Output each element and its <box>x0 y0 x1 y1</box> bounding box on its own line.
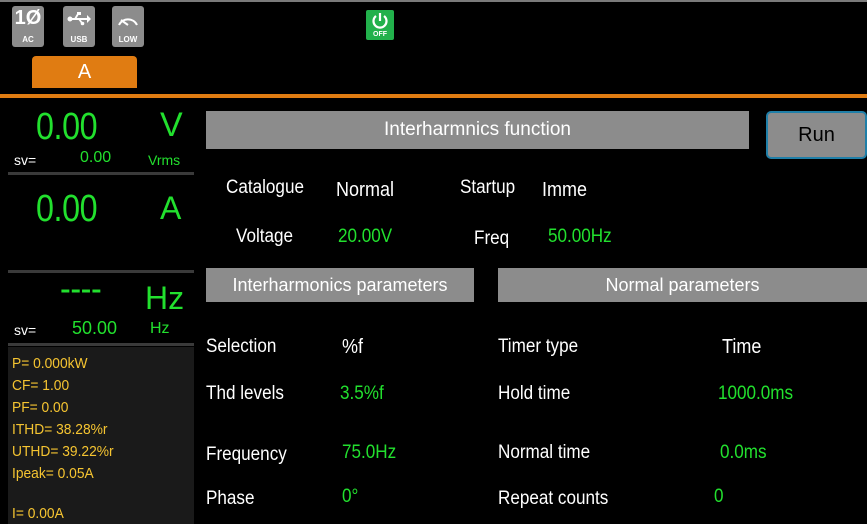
freq-setting[interactable]: 50.00Hz <box>548 226 612 248</box>
reading-current: I= 0.00A <box>12 505 64 522</box>
voltage-sv-unit: Vrms <box>148 152 181 168</box>
repeat-counts-label: Repeat counts <box>498 488 609 509</box>
output-power-button[interactable]: OFF <box>366 10 394 40</box>
meter-divider <box>8 172 194 175</box>
reading-power-factor: PF= 0.00 <box>12 399 69 416</box>
voltage-sv-value: 0.00 <box>80 149 112 166</box>
usb-caption: USB <box>70 35 88 44</box>
voltage-label: Voltage <box>236 226 294 247</box>
selection-label: Selection <box>206 336 277 357</box>
low-range-indicator: LOW <box>112 6 144 47</box>
selection-value[interactable]: %f <box>342 336 363 359</box>
run-button[interactable]: Run <box>766 111 867 159</box>
timer-type-label: Timer type <box>498 336 579 357</box>
phase-label: Phase <box>206 488 255 509</box>
reading-ithd: ITHD= 38.28%r <box>12 421 108 438</box>
hold-time-value[interactable]: 1000.0ms <box>718 383 793 405</box>
thd-levels-label: Thd levels <box>206 383 284 404</box>
current-unit: A <box>160 190 182 226</box>
hold-time-label: Hold time <box>498 383 571 404</box>
reading-uthd: UTHD= 39.22%r <box>12 443 114 460</box>
reading-crest-factor: CF= 1.00 <box>12 377 70 394</box>
frequency-value[interactable]: 75.0Hz <box>342 442 396 464</box>
voltage-setting[interactable]: 20.00V <box>338 226 392 248</box>
startup-value[interactable]: Imme <box>542 179 587 202</box>
normal-params-header: Normal parameters <box>498 268 867 302</box>
header-divider <box>0 94 867 98</box>
voltage-reading: 0.00 <box>36 106 98 148</box>
voltage-unit: V <box>160 106 183 144</box>
power-caption: OFF <box>373 31 387 38</box>
freq-label: Freq <box>474 228 510 249</box>
frequency-sv-unit: Hz <box>150 320 170 337</box>
repeat-counts-value[interactable]: 0 <box>714 486 724 508</box>
top-border <box>0 0 867 2</box>
frequency-label: Frequency <box>206 444 287 465</box>
normal-time-value[interactable]: 0.0ms <box>720 442 767 464</box>
interharmonics-params-header: Interharmonics parameters <box>206 268 474 302</box>
frequency-sv-value: 50.00 <box>72 318 118 338</box>
reading-ipeak: Ipeak= 0.05A <box>12 465 94 482</box>
thd-levels-value[interactable]: 3.5%f <box>340 383 384 405</box>
catalogue-label: Catalogue <box>226 177 304 198</box>
frequency-reading: ---- <box>60 268 102 310</box>
power-icon <box>372 13 388 29</box>
frequency-unit: Hz <box>145 280 185 316</box>
gauge-low-icon <box>118 18 138 26</box>
timer-type-value[interactable]: Time <box>722 336 761 359</box>
low-caption: LOW <box>118 35 138 44</box>
usb-indicator: USB <box>63 6 95 47</box>
reading-power: P= 0.000kW <box>12 355 88 372</box>
normal-time-label: Normal time <box>498 442 591 463</box>
current-reading: 0.00 <box>36 188 98 230</box>
startup-label: Startup <box>460 177 516 198</box>
ac-phase-indicator: 1Ø AC <box>12 6 44 47</box>
ac-phase-glyph: 1Ø <box>14 7 42 29</box>
channel-tab-a[interactable]: A <box>32 56 137 88</box>
usb-icon <box>67 12 91 26</box>
meter-divider <box>8 343 194 346</box>
ac-caption: AC <box>22 35 34 44</box>
catalogue-value[interactable]: Normal <box>336 179 394 202</box>
voltage-sv-label: sv= <box>14 152 37 168</box>
function-title: Interharmnics function <box>206 111 749 149</box>
phase-value[interactable]: 0° <box>342 486 358 508</box>
frequency-sv-label: sv= <box>14 322 37 338</box>
